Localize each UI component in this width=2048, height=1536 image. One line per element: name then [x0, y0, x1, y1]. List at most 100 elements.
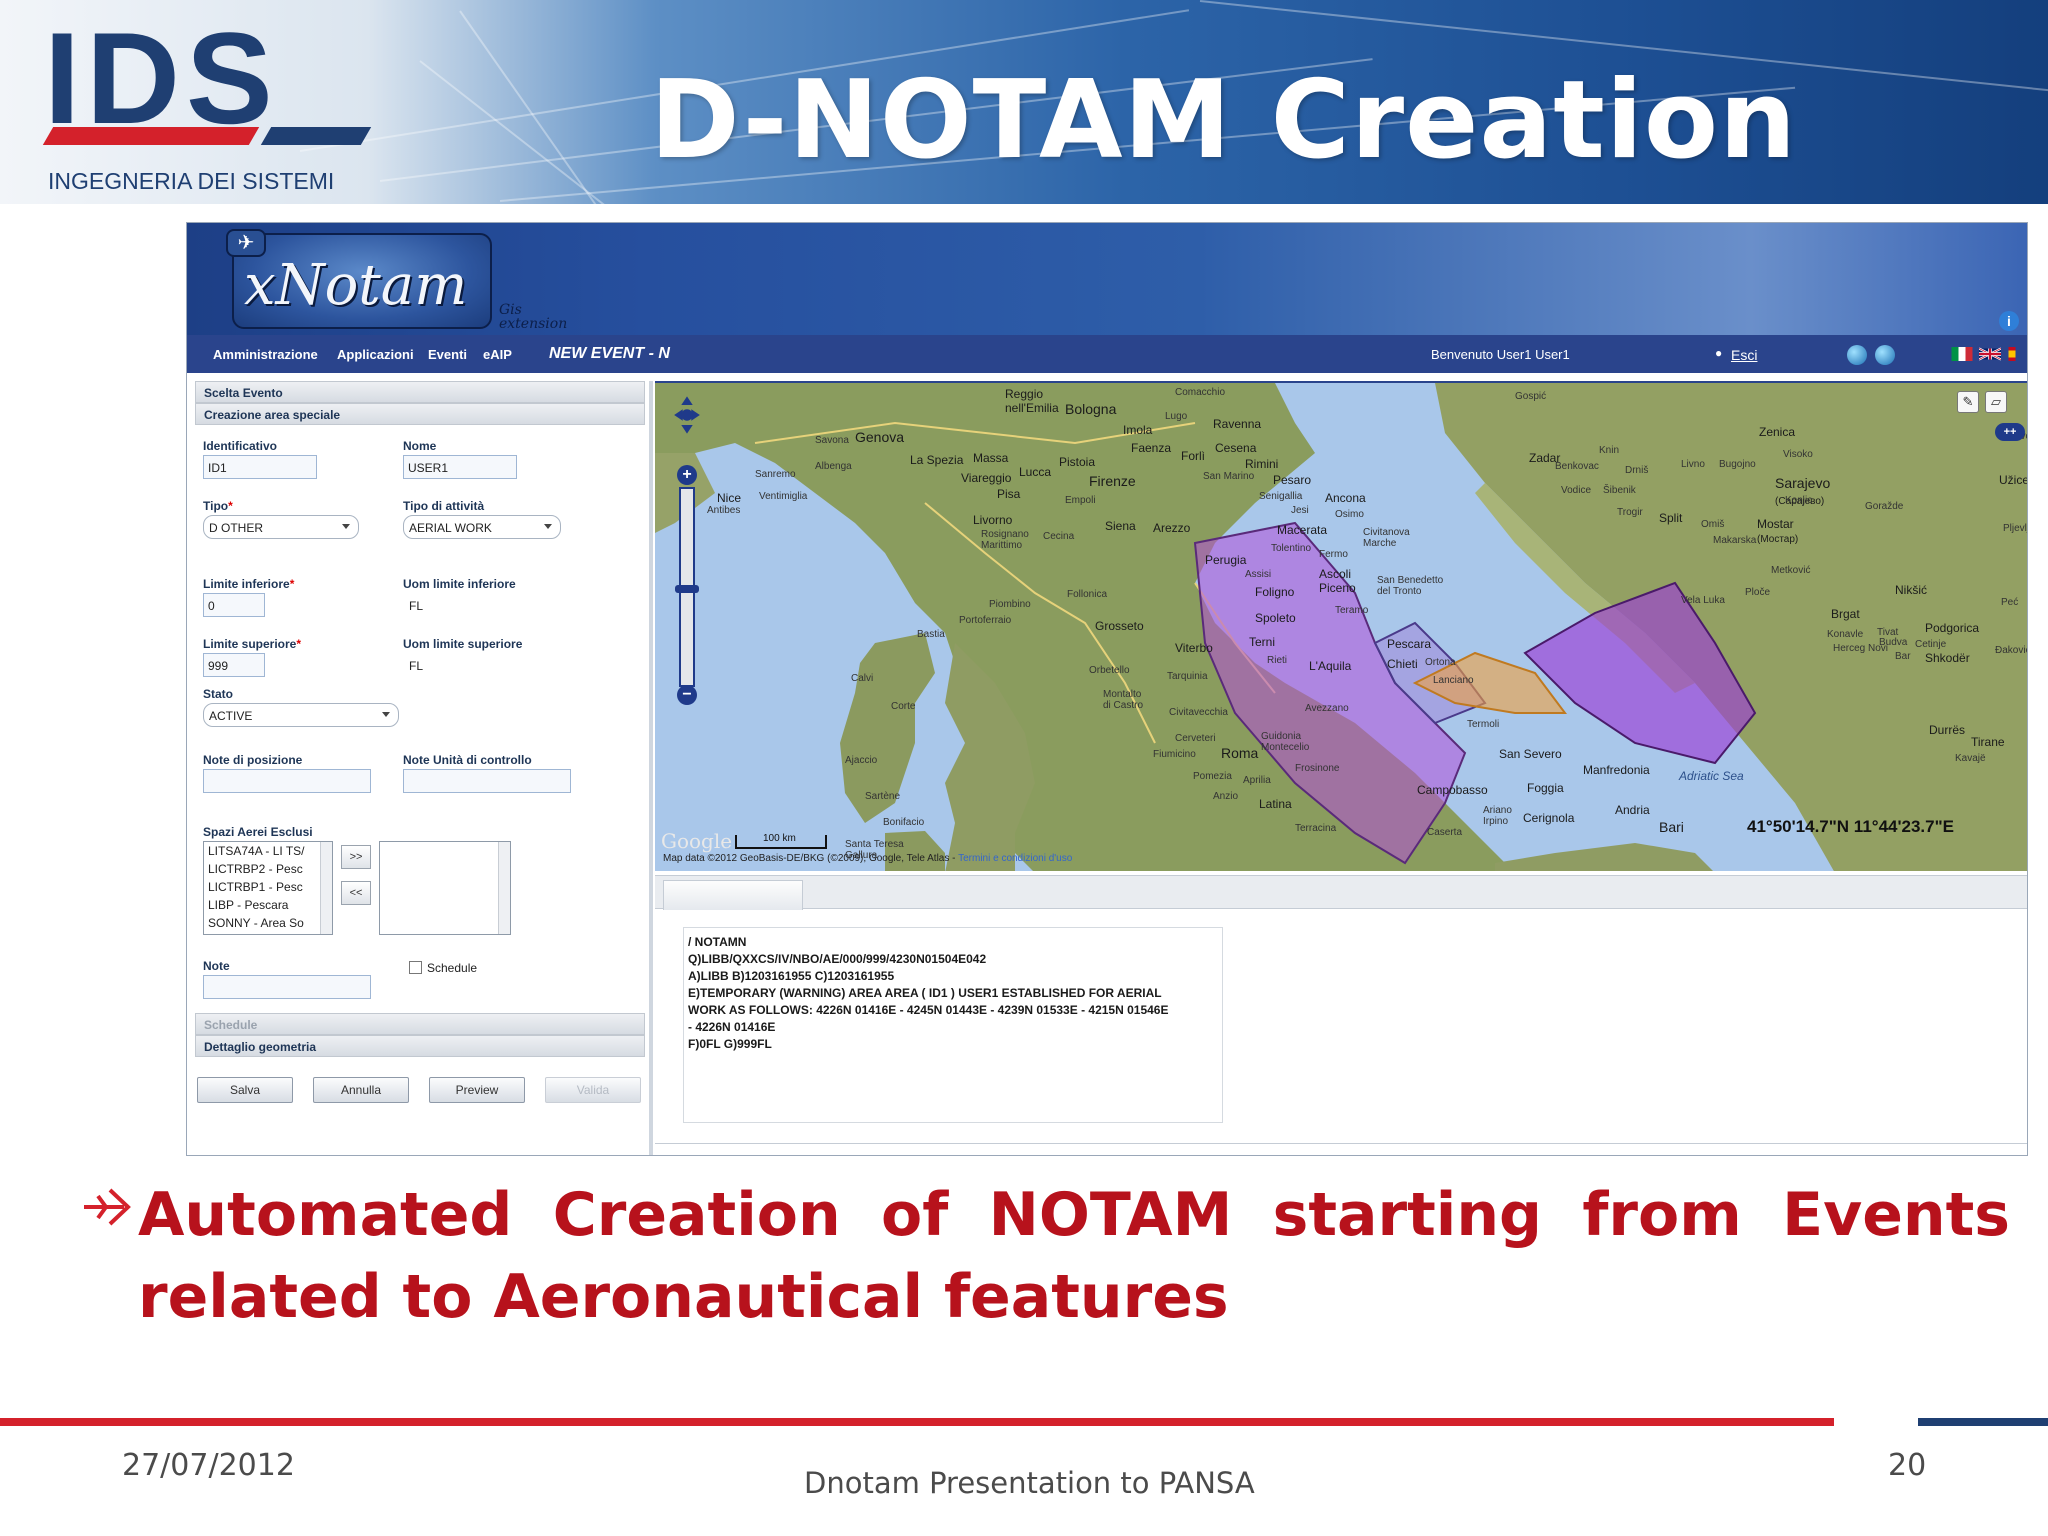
map-label: Herceg Novi [1833, 643, 1889, 654]
map-label: Kavajë [1955, 753, 1986, 764]
list-item[interactable]: SONNY - Area So [204, 914, 332, 932]
save-button[interactable]: Salva [197, 1077, 293, 1103]
footer-page-number: 20 [1888, 1448, 1927, 1483]
note-posizione-input[interactable] [203, 769, 371, 793]
list-item[interactable]: LICTRBP2 - Pesc [204, 860, 332, 878]
note-label: Note [203, 959, 230, 973]
schedule-checkbox[interactable] [409, 961, 422, 974]
map-label: Jesi [1291, 505, 1309, 516]
map-label: Lugo [1165, 411, 1188, 422]
tipo-attivita-select[interactable]: AERIAL WORK [403, 515, 561, 539]
list-item[interactable]: LICTRBP1 - Pesc [204, 878, 332, 896]
map-label: Siena [1105, 519, 1136, 533]
map-label: Pisa [997, 487, 1021, 501]
zoom-in-button[interactable]: + [677, 465, 697, 485]
preview-button[interactable]: Preview [429, 1077, 525, 1103]
globe-icon[interactable] [1875, 345, 1895, 365]
info-icon[interactable]: i [1999, 311, 2019, 331]
map-terms-link[interactable]: Termini e condizioni d'uso [958, 853, 1072, 864]
edit-icon[interactable]: ✎ [1957, 391, 1979, 413]
map-label: Orbetello [1089, 665, 1130, 676]
google-logo: Google [661, 829, 733, 853]
zoom-slider-handle[interactable] [675, 585, 699, 593]
preview-tab[interactable] [663, 880, 803, 910]
stato-label: Stato [203, 687, 233, 701]
map-label: Piombino [989, 599, 1031, 610]
map-expand-button[interactable]: ++ [1995, 423, 2025, 441]
map-label: Montalto di Castro [1103, 689, 1144, 711]
tipo-attivita-label: Tipo di attività [403, 499, 485, 513]
map-view[interactable]: Reggio nell'Emilia Bologna Comacchio Geno… [655, 381, 2027, 871]
stato-select[interactable]: ACTIVE [203, 703, 399, 727]
chevron-down-icon [544, 524, 552, 529]
schedule-checkbox-label: Schedule [427, 961, 478, 975]
draw-polygon-icon[interactable]: ▱ [1985, 391, 2007, 413]
map-label: Konjic [1785, 495, 1813, 506]
limite-inferiore-input[interactable]: 0 [203, 593, 265, 617]
logout-link[interactable]: Esci [1731, 347, 1757, 363]
footer-presentation-title: Dnotam Presentation to PANSA [804, 1466, 1255, 1500]
map-label: L'Aquila [1309, 659, 1352, 673]
map-label: Cerveteri [1175, 733, 1216, 744]
map-label: Bologna [1065, 401, 1117, 417]
move-right-button[interactable]: >> [341, 845, 371, 869]
map-label: Makarska [1713, 535, 1757, 546]
pan-arrows-icon[interactable] [667, 395, 707, 435]
note-input[interactable] [203, 975, 371, 999]
map-label: Konavle [1827, 629, 1864, 640]
move-left-button[interactable]: << [341, 881, 371, 905]
map-label: Viterbo [1175, 641, 1213, 655]
uk-flag-icon[interactable] [1979, 347, 2001, 361]
validate-button[interactable]: Valida [545, 1077, 641, 1103]
stato-select-value: ACTIVE [209, 709, 253, 723]
nome-input[interactable]: USER1 [403, 455, 517, 479]
map-label: Đakovica [1995, 645, 2027, 656]
spazi-aerei-available-list[interactable]: LITSA74A - LI TS/ LICTRBP2 - Pesc LICTRB… [203, 841, 333, 935]
limite-superiore-input[interactable]: 999 [203, 653, 265, 677]
map-label: Durrës [1929, 723, 1966, 737]
map-label: Frosinone [1295, 763, 1340, 774]
map-label: Perugia [1205, 553, 1247, 567]
section-dettaglio-geometria[interactable]: Dettaglio geometria [195, 1035, 645, 1057]
scrollbar[interactable] [320, 842, 332, 934]
limite-superiore-label-text: Limite superiore [203, 637, 297, 651]
logout-icon[interactable]: ● [1715, 346, 1722, 360]
map-label: Savona [815, 435, 849, 446]
map-label: Massa [973, 451, 1009, 465]
panel-splitter[interactable] [649, 381, 653, 1155]
section-schedule[interactable]: Schedule [195, 1013, 645, 1035]
tipo-attivita-select-value: AERIAL WORK [409, 521, 492, 535]
nav-item-amministrazione[interactable]: Amministrazione [213, 347, 318, 362]
scrollbar[interactable] [498, 842, 510, 934]
italian-flag-icon[interactable] [1951, 347, 1973, 361]
map-label: Chieti [1387, 657, 1418, 671]
nav-item-eventi[interactable]: Eventi [428, 347, 467, 362]
map-coordinates-readout: 41°50'14.7"N 11°44'23.7"E [1747, 817, 1955, 836]
map-label: Podgorica [1925, 621, 1980, 635]
section-scelta-evento[interactable]: Scelta Evento [195, 381, 645, 403]
map-label: Civitavecchia [1169, 707, 1228, 718]
map-label: Shkodër [1925, 651, 1970, 665]
spazi-aerei-selected-list[interactable] [379, 841, 511, 935]
map-label: Faenza [1131, 441, 1172, 455]
identificativo-input[interactable]: ID1 [203, 455, 317, 479]
map-label: Genova [855, 429, 905, 445]
note-unita-input[interactable] [403, 769, 571, 793]
list-item[interactable]: LIBP - Pescara [204, 896, 332, 914]
uom-superiore-value: FL [409, 659, 424, 673]
map-label: Vela Luka [1681, 595, 1725, 606]
map-label: Osimo [1335, 509, 1364, 520]
spanish-flag-icon[interactable] [2007, 347, 2017, 361]
list-item[interactable]: LITSA74A - LI TS/ [204, 842, 332, 860]
nav-item-eaip[interactable]: eAIP [483, 347, 512, 362]
cancel-button[interactable]: Annulla [313, 1077, 409, 1103]
globe-icon[interactable] [1847, 345, 1867, 365]
map-label: Terni [1249, 635, 1276, 649]
zoom-out-button[interactable]: − [677, 685, 697, 705]
section-creazione-area[interactable]: Creazione area speciale [195, 403, 645, 425]
nav-item-applicazioni[interactable]: Applicazioni [337, 347, 414, 362]
map-label: Foggia [1527, 781, 1564, 795]
map-label: Ascoli Piceno [1319, 567, 1356, 595]
app-nav-bar: Amministrazione Applicazioni Eventi eAIP… [187, 335, 2027, 373]
tipo-select[interactable]: D OTHER [203, 515, 359, 539]
